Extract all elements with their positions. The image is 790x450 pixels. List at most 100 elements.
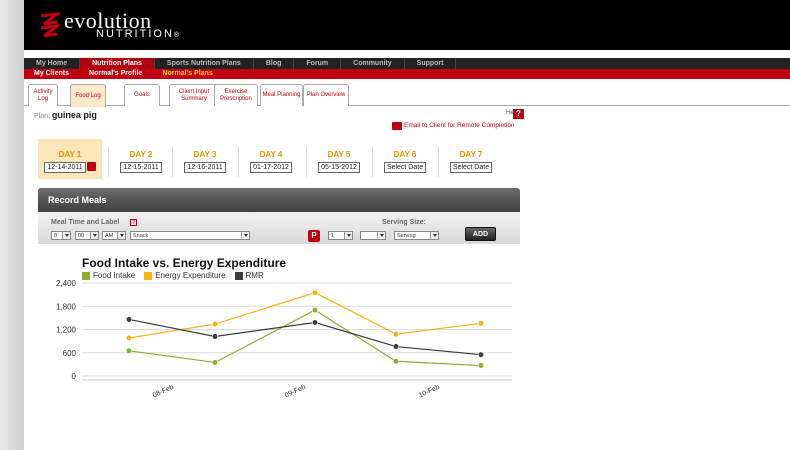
add-button[interactable]: ADD	[465, 227, 496, 241]
quantity-select[interactable]: 1	[328, 231, 353, 240]
sub-nav: My Clients Normal's Profile Normal's Plans	[24, 69, 790, 79]
series-line	[128, 318, 482, 356]
day-date-input[interactable]: 12-14-2011	[44, 162, 86, 173]
calendar-icon[interactable]	[86, 161, 96, 171]
subnav-item[interactable]: Normal's Profile	[79, 69, 152, 79]
data-point[interactable]	[125, 334, 133, 342]
tab-item[interactable]: Meal Planning	[260, 84, 303, 106]
data-point[interactable]	[311, 307, 319, 314]
fraction-select[interactable]	[360, 231, 386, 240]
topnav-item[interactable]: Sports Nutrition Plans	[155, 58, 254, 69]
day-column: DAY 2 12-15-2011	[110, 139, 172, 179]
day-date-input[interactable]: Select Date	[383, 162, 427, 173]
plan-name: Plan: guinea pig	[34, 110, 97, 120]
data-point[interactable]	[392, 343, 400, 350]
day-label[interactable]: DAY 3	[174, 150, 236, 159]
day-date-input[interactable]: 05-15-2012	[318, 162, 360, 173]
serving-size-label: Serving Size:	[382, 219, 426, 226]
plan-title: guinea pig	[51, 110, 97, 120]
email-icon[interactable]	[392, 122, 402, 130]
site-header: evolution NUTRITION®	[24, 0, 790, 50]
day-separator	[172, 147, 173, 177]
topnav-item[interactable]: My Home	[24, 58, 81, 69]
tab-item[interactable]: Exercise Prescription	[214, 84, 258, 106]
y-tick-label: 600	[63, 349, 77, 358]
plan-prefix: Plan:	[34, 113, 50, 120]
legend-item[interactable]: Energy Expenditure	[144, 271, 226, 280]
y-tick-label: 2,400	[56, 279, 77, 288]
topnav-item[interactable]: Nutrition Plans	[80, 58, 155, 69]
topnav-item[interactable]: Community	[341, 58, 405, 69]
day-column: DAY 7 Select Date	[440, 139, 502, 179]
day-label[interactable]: DAY 4	[240, 150, 302, 159]
legend-label: Food Intake	[93, 271, 136, 280]
minute-select[interactable]: 00	[75, 231, 99, 240]
day-label[interactable]: DAY 2	[110, 150, 172, 159]
x-tick-label: 08-Feb	[152, 384, 175, 398]
day-separator	[108, 147, 109, 177]
subnav-item[interactable]: My Clients	[24, 69, 79, 79]
ampm-select[interactable]: AM	[102, 231, 126, 240]
brand-logo[interactable]: evolution NUTRITION®	[38, 8, 218, 42]
day-date-input[interactable]: 01-17-2012	[250, 162, 292, 173]
meal-label-select[interactable]: Snack	[130, 231, 250, 240]
day-separator	[372, 147, 373, 177]
email-client-link[interactable]: Email to Client for Remote Completion	[404, 122, 515, 129]
intake-chart: 2,400 1,800 1,200 600 0 08-Feb 09-Feb 10-Feb Fo…	[38, 253, 520, 398]
day-column: DAY 6 Select Date	[374, 139, 436, 179]
day-label[interactable]: DAY 1	[38, 150, 102, 159]
hour-select[interactable]: 8	[51, 231, 71, 240]
day-column: DAY 3 12-16-2011	[174, 139, 236, 179]
data-point[interactable]	[211, 359, 219, 366]
chart-legend: Food Intake Energy Expenditure RMR	[82, 271, 273, 280]
data-point[interactable]	[125, 316, 133, 323]
tab-item[interactable]: Activity Log	[28, 84, 58, 106]
topnav-item[interactable]: Support	[405, 58, 457, 69]
subnav-item[interactable]: Normal's Plans	[152, 69, 222, 79]
tab-item[interactable]: Plan Overview	[303, 84, 349, 106]
unit-select[interactable]: Serving	[394, 231, 439, 240]
topnav-item[interactable]: Forum	[294, 58, 342, 69]
day-column: DAY 4 01-17-2012	[240, 139, 302, 179]
data-point[interactable]	[211, 320, 219, 328]
data-point[interactable]	[477, 362, 485, 369]
data-point[interactable]	[211, 333, 219, 340]
left-margin	[0, 0, 24, 450]
data-point[interactable]	[392, 358, 400, 365]
data-point[interactable]	[392, 331, 400, 338]
chart-title: Food Intake vs. Energy Expenditure	[82, 256, 287, 270]
x-tick-label: 10-Feb	[418, 384, 441, 398]
day-date-input[interactable]: 12-16-2011	[184, 162, 226, 173]
tab-item[interactable]: Client Input Summary	[169, 84, 219, 106]
record-meals-title: Record Meals	[38, 188, 520, 212]
legend-item[interactable]: Food Intake	[82, 271, 135, 280]
legend-swatch	[82, 271, 90, 280]
data-point[interactable]	[311, 319, 319, 326]
legend-item[interactable]: RMR	[234, 271, 264, 280]
data-point[interactable]	[311, 289, 319, 296]
food-search-button[interactable]: P	[308, 230, 320, 242]
day-label[interactable]: DAY 5	[308, 150, 370, 159]
legend-swatch	[234, 271, 243, 280]
day-date-input[interactable]: Select Date	[449, 162, 493, 173]
series-line	[128, 309, 482, 367]
data-point[interactable]	[477, 351, 485, 358]
tab-item[interactable]: Food Log	[70, 84, 106, 107]
day-column: DAY 5 05-15-2012	[308, 139, 370, 179]
logo-icon	[40, 12, 60, 38]
day-separator	[306, 147, 307, 177]
day-label[interactable]: DAY 7	[440, 150, 502, 159]
day-column: DAY 1 12-14-2011	[38, 139, 102, 179]
topnav-item[interactable]: Blog	[254, 58, 295, 69]
x-tick-label: 09-Feb	[284, 384, 307, 398]
y-tick-label: 0	[72, 372, 77, 381]
day-date-input[interactable]: 12-15-2011	[120, 162, 162, 173]
day-label[interactable]: DAY 6	[374, 150, 436, 159]
plan-tabs: Activity Log Food Log Goals Client Input Su…	[24, 84, 790, 107]
data-point[interactable]	[125, 347, 133, 354]
tab-item[interactable]: Goals	[124, 84, 160, 106]
hint-icon[interactable]: ?	[130, 219, 137, 226]
data-point[interactable]	[477, 320, 485, 327]
legend-label: RMR	[245, 271, 264, 280]
question-icon[interactable]: ?	[513, 109, 524, 119]
